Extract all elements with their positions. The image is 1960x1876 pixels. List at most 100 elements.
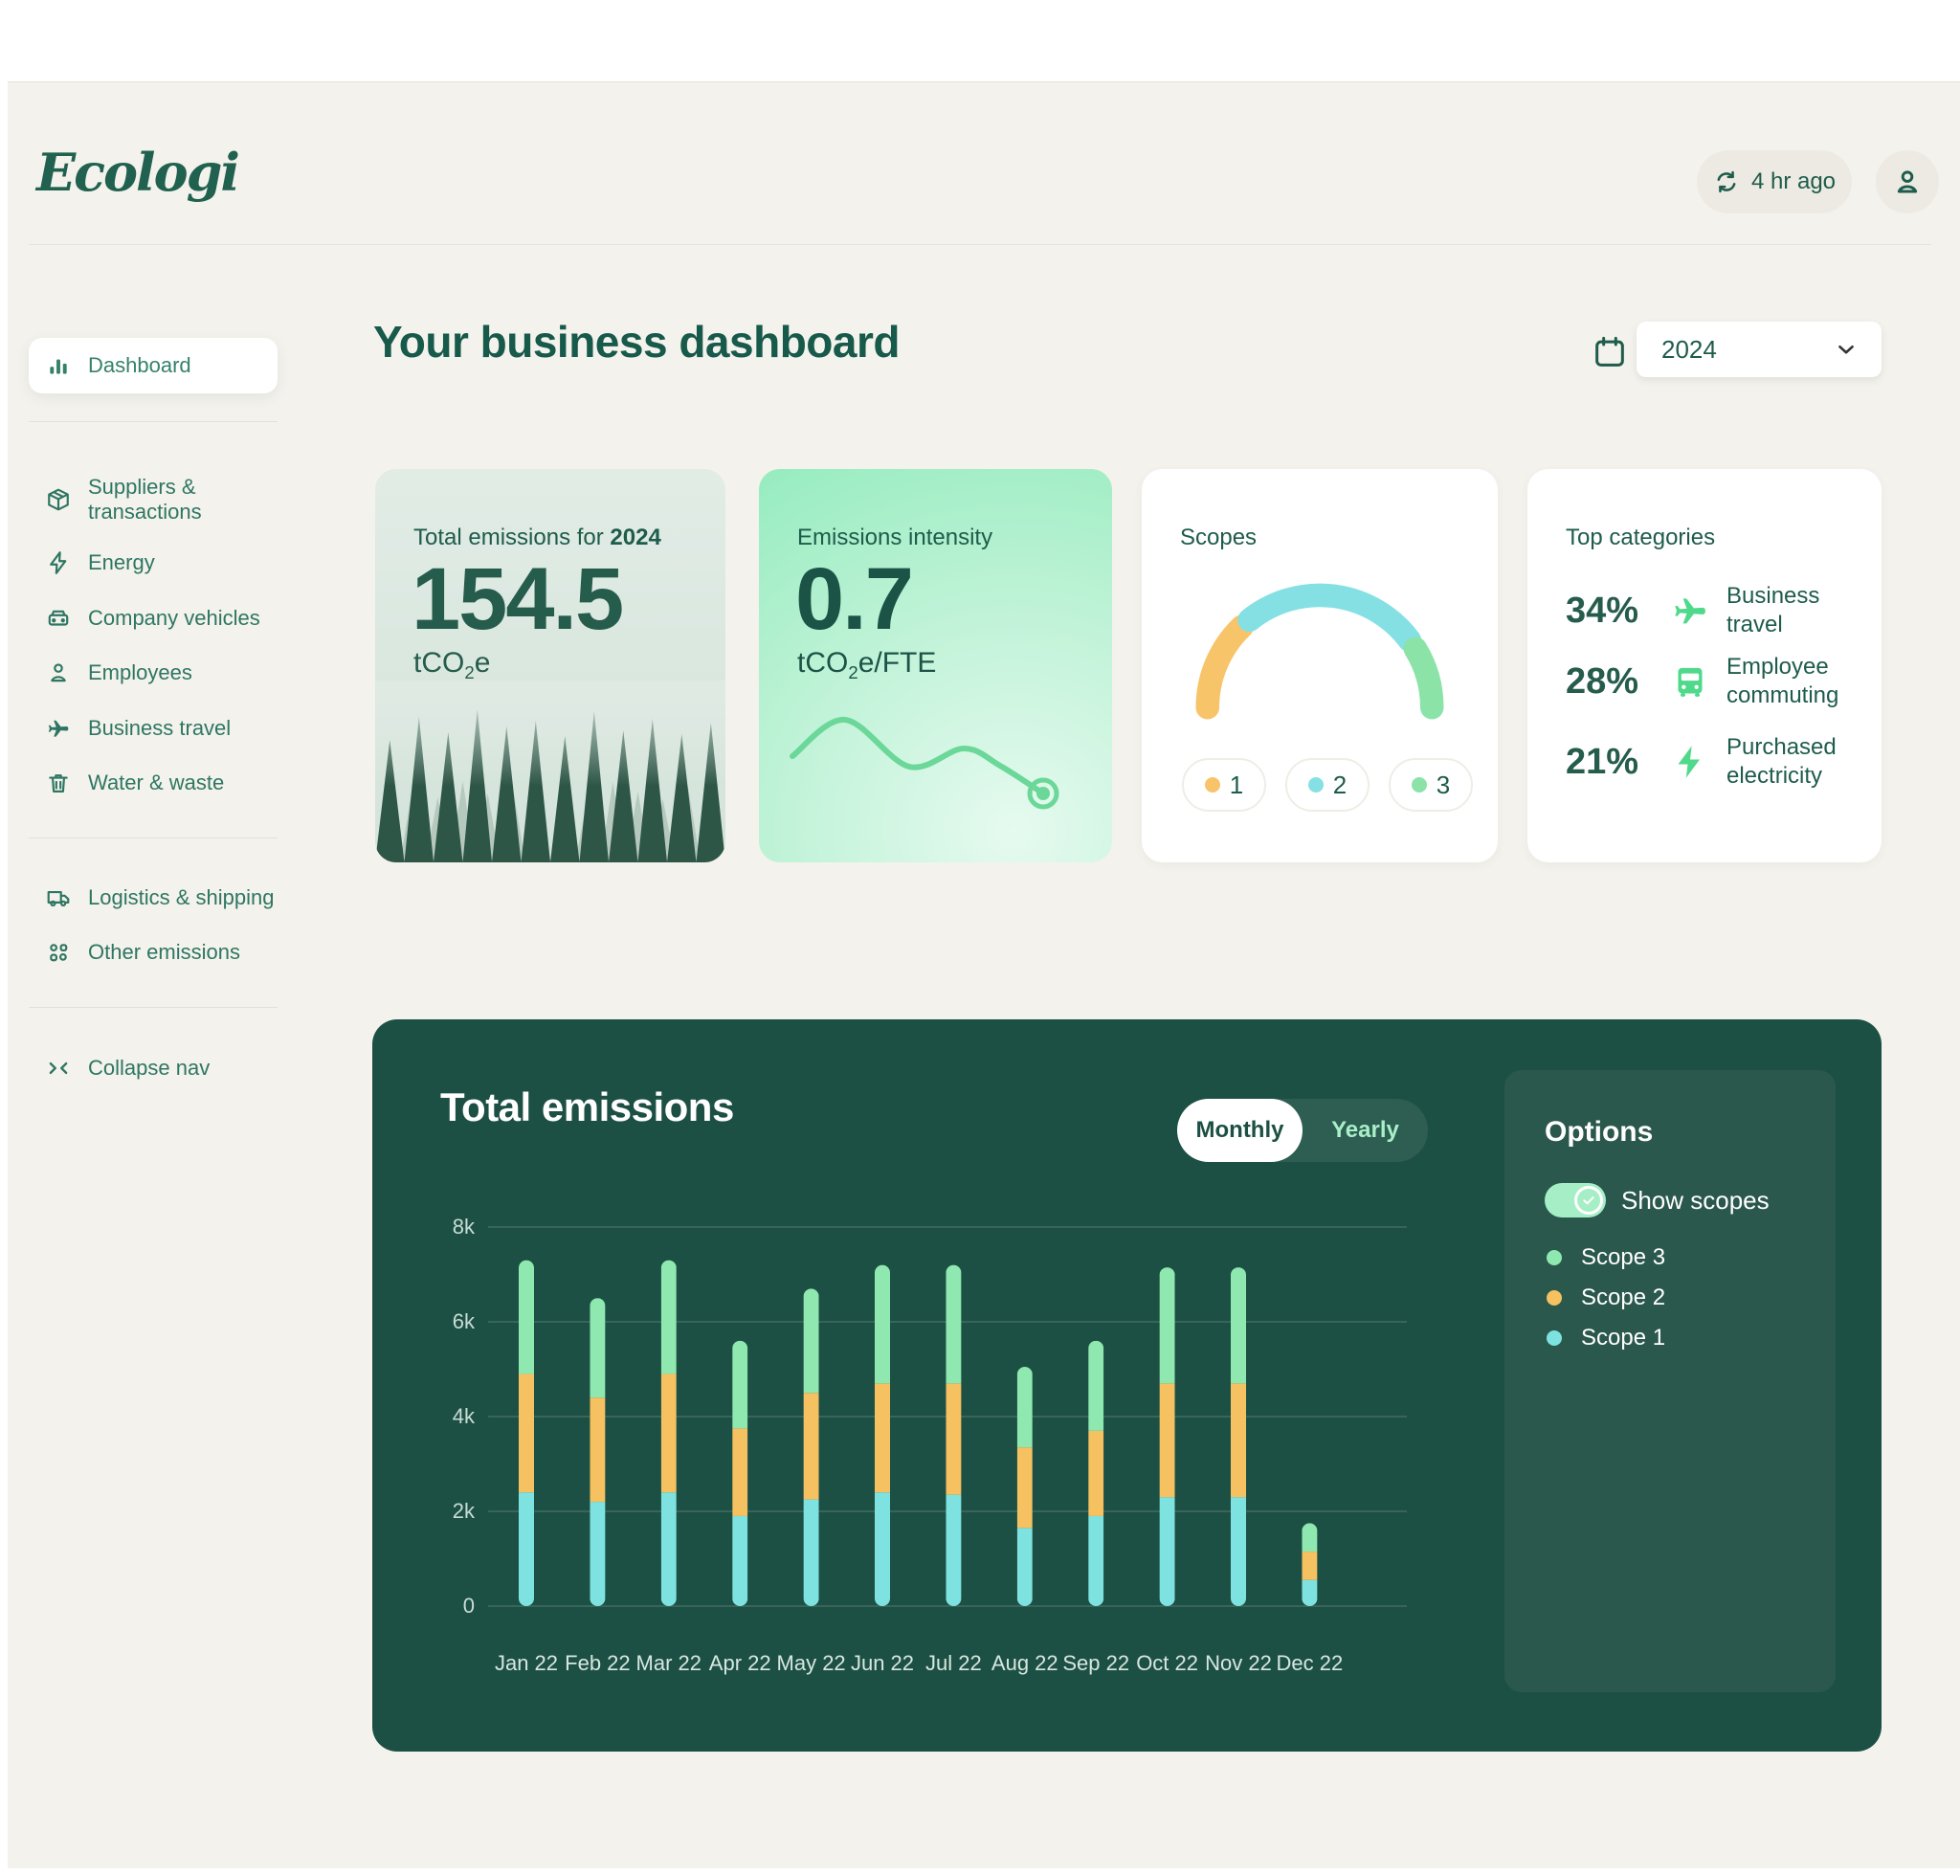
collapse-icon — [46, 1056, 71, 1081]
lightning-icon — [1671, 743, 1709, 781]
sidebar-item-label: Logistics & shipping — [88, 885, 274, 910]
category-row-employee-commuting: 28% Employee commuting — [1566, 653, 1870, 710]
sidebar-item-label: Dashboard — [88, 353, 191, 378]
ecologi-dashboard: Ecologi 4 hr ago Dashboard Suppliers & t… — [0, 0, 1960, 1876]
category-row-business-travel: 34% Business travel — [1566, 582, 1870, 639]
sidebar-item-label: Suppliers & transactions — [88, 475, 278, 525]
sidebar-item-vehicles[interactable]: Company vehicles — [29, 599, 278, 637]
scope-3-dot — [1412, 777, 1427, 793]
sidebar-item-label: Other emissions — [88, 940, 240, 965]
page-title: Your business dashboard — [373, 316, 900, 368]
scopes-title: Scopes — [1180, 525, 1257, 551]
trash-icon — [46, 770, 71, 795]
show-scopes-label: Show scopes — [1621, 1186, 1770, 1216]
panel-title: Total emissions — [440, 1084, 734, 1130]
intensity-sparkline — [780, 713, 1086, 838]
emissions-bar-chart: 02k4k6k8kJan 22Feb 22Mar 22Apr 22May 22J… — [412, 1192, 1445, 1689]
account-button[interactable] — [1876, 150, 1939, 213]
year-select[interactable]: 2024 — [1637, 322, 1882, 377]
period-toggle: Monthly Yearly — [1177, 1099, 1428, 1162]
sidebar-item-dashboard[interactable]: Dashboard — [29, 338, 278, 393]
svg-text:Nov 22: Nov 22 — [1205, 1651, 1272, 1675]
sidebar-item-label: Water & waste — [88, 770, 224, 795]
sidebar-item-logistics[interactable]: Logistics & shipping — [29, 879, 278, 917]
svg-text:6k: 6k — [453, 1309, 476, 1333]
svg-text:Apr 22: Apr 22 — [709, 1651, 771, 1675]
scope-1-dot — [1547, 1330, 1562, 1346]
svg-text:Oct 22: Oct 22 — [1136, 1651, 1198, 1675]
scope-2-badge: 2 — [1285, 758, 1370, 812]
header-divider — [29, 244, 1931, 245]
scope-3-dot — [1547, 1250, 1562, 1265]
card-total-year: 2024 — [610, 525, 660, 550]
total-emissions-value: 154.5 — [412, 549, 622, 650]
year-select-value: 2024 — [1661, 335, 1717, 365]
sidebar-item-label: Energy — [88, 550, 155, 575]
options-title: Options — [1545, 1116, 1653, 1149]
svg-text:Mar 22: Mar 22 — [636, 1651, 702, 1675]
svg-text:4k: 4k — [453, 1404, 476, 1428]
scope-1-dot — [1205, 777, 1220, 793]
svg-text:0: 0 — [463, 1594, 475, 1618]
toggle-yearly[interactable]: Yearly — [1303, 1099, 1428, 1162]
grid-dots-icon — [46, 940, 71, 965]
sync-button[interactable]: 4 hr ago — [1697, 150, 1852, 213]
collapse-nav-button[interactable]: Collapse nav — [29, 1049, 278, 1087]
svg-text:Aug 22: Aug 22 — [991, 1651, 1058, 1675]
category-pct: 21% — [1566, 742, 1654, 783]
collapse-nav-label: Collapse nav — [88, 1056, 210, 1081]
sidebar-item-employees[interactable]: Employees — [29, 654, 278, 692]
toggle-monthly[interactable]: Monthly — [1177, 1099, 1303, 1162]
scope-2-dot — [1308, 777, 1324, 793]
svg-text:Feb 22: Feb 22 — [565, 1651, 631, 1675]
total-emissions-unit: tCO2e — [413, 647, 490, 683]
car-icon — [46, 606, 71, 631]
category-label: Purchased electricity — [1726, 733, 1870, 791]
sidebar-item-suppliers[interactable]: Suppliers & transactions — [29, 466, 278, 533]
intensity-value: 0.7 — [795, 549, 912, 650]
scope-2-dot — [1547, 1290, 1562, 1306]
card-top-categories: Top categories 34% Business travel 28% E… — [1527, 469, 1882, 862]
options-panel: Options Show scopes Scope 3 Scope 2 Sco — [1504, 1070, 1836, 1692]
svg-text:Sep 22: Sep 22 — [1062, 1651, 1129, 1675]
card-total-emissions: Total emissions for 2024 154.5 tCO2e — [375, 469, 725, 862]
ecologi-logo[interactable]: Ecologi — [36, 142, 238, 203]
sidebar-item-label: Employees — [88, 660, 192, 685]
total-emissions-panel: Total emissions Monthly Yearly Options S… — [372, 1019, 1882, 1752]
scope-3-badge: 3 — [1389, 758, 1473, 812]
sidebar-item-energy[interactable]: Energy — [29, 544, 278, 582]
truck-icon — [46, 885, 71, 910]
sidebar-divider — [29, 421, 278, 422]
scopes-legend: 1 2 3 — [1182, 758, 1473, 812]
card-total-label: Total emissions for 2024 — [413, 525, 661, 551]
svg-text:Jan 22: Jan 22 — [495, 1651, 558, 1675]
sidebar-item-other-emissions[interactable]: Other emissions — [29, 933, 278, 972]
check-icon — [1574, 1186, 1603, 1215]
sidebar-divider — [29, 1007, 278, 1008]
intensity-unit: tCO2e/FTE — [797, 647, 936, 683]
legend-scope-2: Scope 2 — [1547, 1284, 1665, 1311]
card-emissions-intensity: Emissions intensity 0.7 tCO2e/FTE — [759, 469, 1112, 862]
show-scopes-toggle[interactable] — [1545, 1183, 1606, 1217]
show-scopes-row[interactable]: Show scopes — [1545, 1183, 1770, 1217]
lightning-icon — [46, 550, 71, 575]
category-label: Business travel — [1726, 582, 1870, 639]
sidebar-item-label: Company vehicles — [88, 606, 260, 631]
package-icon — [46, 487, 71, 512]
sidebar-item-water-waste[interactable]: Water & waste — [29, 764, 278, 802]
svg-text:May 22: May 22 — [777, 1651, 846, 1675]
svg-text:8k: 8k — [453, 1215, 476, 1239]
plane-icon — [46, 716, 71, 741]
refresh-icon — [1713, 168, 1740, 195]
category-row-purchased-electricity: 21% Purchased electricity — [1566, 733, 1870, 791]
user-icon — [1892, 167, 1923, 197]
svg-text:2k: 2k — [453, 1499, 476, 1523]
category-label: Employee commuting — [1726, 653, 1870, 710]
sidebar-item-label: Business travel — [88, 716, 231, 741]
svg-text:Jun 22: Jun 22 — [851, 1651, 914, 1675]
sidebar-item-business-travel[interactable]: Business travel — [29, 709, 278, 748]
svg-text:Jul 22: Jul 22 — [925, 1651, 982, 1675]
bar-chart-icon — [46, 353, 71, 378]
scope-1-badge: 1 — [1182, 758, 1266, 812]
forest-illustration — [375, 681, 725, 862]
